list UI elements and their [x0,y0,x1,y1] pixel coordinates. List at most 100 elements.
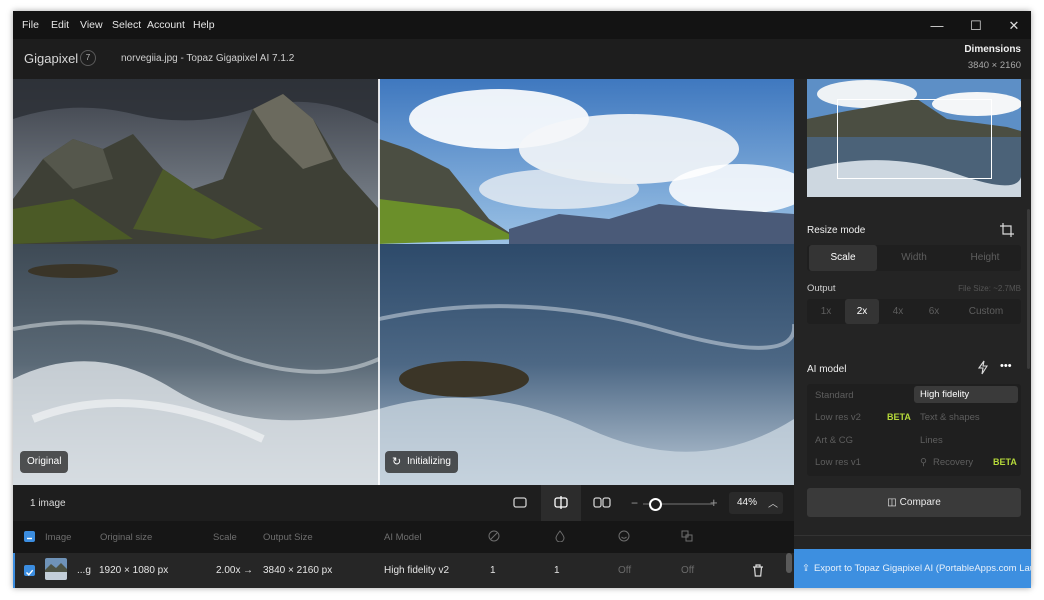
arrow-right-icon: → [243,565,253,576]
resize-mode-tabs: Scale Width Height [807,245,1021,271]
menu-view[interactable]: View [80,19,103,31]
ai-model-title: AI model [807,364,847,375]
export-label: Export to Topaz Gigapixel AI (PortableAp… [813,563,1031,574]
layers-icon [681,530,693,542]
compare-icon: ◫ [887,497,897,508]
image-preview[interactable]: Original ↻ Initializing [13,79,794,485]
zoom-slider-handle[interactable] [649,498,662,511]
list-scrollbar[interactable] [786,553,792,573]
side-by-side-icon [593,497,611,508]
minus-icon [27,537,32,540]
select-all-checkbox[interactable] [24,531,35,542]
settings-sidebar: Resize mode Scale Width Height Output Fi… [794,79,1031,588]
scale-2x[interactable]: 2x [845,299,879,324]
side-by-side-view-button[interactable] [582,485,622,521]
recovery-icon: ⚲ [920,457,927,468]
minimize-button[interactable]: — [922,16,952,36]
model-lines[interactable]: Lines [920,435,943,446]
scale-4x[interactable]: 4x [881,299,915,324]
original-landscape-image [13,79,379,485]
row-selection-accent [13,553,15,588]
output-scale-options: 1x 2x 4x 6x Custom [807,299,1021,324]
original-label: Original [20,451,69,473]
export-icon: ⇪ [802,563,810,574]
split-view-icon [554,496,568,509]
row-filename: ...g [77,565,91,576]
app-window: File Edit View Select Account Help — ☐ ✕… [13,11,1031,588]
model-high-fidelity[interactable]: High fidelity [914,386,1018,403]
model-low-res-v1[interactable]: Low res v1 [815,457,861,468]
original-preview [13,79,379,485]
more-options-icon[interactable]: ••• [1000,360,1012,372]
version-badge: 7 [80,50,96,66]
navigator-thumbnail[interactable] [807,79,1021,197]
menu-bar: File Edit View Select Account Help — ☐ ✕ [13,11,1031,39]
app-brand: Gigapixel [24,51,79,66]
row-value-4: Off [681,565,695,576]
file-size-estimate: File Size: ~2.7MB [958,284,1021,293]
sidebar-divider [794,535,1031,536]
output-title: Output [807,283,836,294]
row-value-2: 1 [554,565,560,576]
initializing-label: Initializing [407,456,451,467]
row-ai-model: High fidelity v2 [384,565,450,576]
trash-icon[interactable] [751,563,765,578]
maximize-button[interactable]: ☐ [961,16,991,36]
export-button[interactable]: ⇪ Export to Topaz Gigapixel AI (PortableA… [794,549,1031,588]
zoom-out-icon[interactable]: − [631,496,638,510]
split-view-button[interactable] [541,485,581,521]
zoom-select[interactable]: 44% ︿ [729,492,783,514]
tab-width[interactable]: Width [880,245,948,271]
close-button[interactable]: ✕ [999,16,1029,36]
compare-button[interactable]: ◫ Compare [807,488,1021,517]
single-view-icon [513,497,527,508]
header-output-size: Output Size [263,532,313,543]
title-bar: Gigapixel 7 norvegiia.jpg - Topaz Gigapi… [13,39,1031,79]
navigator-viewport[interactable] [837,99,992,179]
dimensions-value: 3840 × 2160 [967,60,1021,71]
scale-custom[interactable]: Custom [953,299,1019,324]
target-icon [488,530,500,542]
row-value-1: 1 [490,565,496,576]
model-text-shapes[interactable]: Text & shapes [920,412,980,423]
zoom-in-icon[interactable]: + [710,495,718,510]
header-ai-model: AI Model [384,532,422,543]
row-output-size: 3840 × 2160 px [263,565,333,576]
row-value-3: Off [618,565,632,576]
image-count: 1 image [30,498,66,509]
menu-edit[interactable]: Edit [51,19,69,31]
check-icon [26,569,34,576]
resize-mode-title: Resize mode [807,225,866,236]
beta-badge-recovery: BETA [993,457,1017,467]
thumbnail-image [45,558,67,580]
image-thumbnail [45,558,67,580]
initializing-status: ↻ Initializing [385,451,458,473]
comparison-divider[interactable] [378,79,380,485]
row-original-size: 1920 × 1080 px [99,565,169,576]
lightning-icon[interactable] [977,360,989,375]
sidebar-scrollbar[interactable] [1027,209,1030,369]
single-view-button[interactable] [500,485,540,521]
enhanced-landscape-image [379,79,794,485]
crop-icon[interactable] [1000,223,1014,237]
scale-1x[interactable]: 1x [809,299,843,324]
row-checkbox[interactable] [24,565,35,576]
model-low-res-v2[interactable]: Low res v2 [815,412,861,423]
ai-model-list: Standard High fidelity Low res v2 BETA T… [807,384,1021,476]
tab-scale[interactable]: Scale [809,245,877,271]
drop-icon [555,530,565,542]
header-original-size: Original size [100,532,153,543]
image-list-row[interactable]: ...g 1920 × 1080 px 2.00x → 3840 × 2160 … [13,553,794,588]
model-recovery[interactable]: Recovery [933,457,973,468]
row-scale: 2.00x [216,565,241,576]
model-standard[interactable]: Standard [815,390,854,401]
chevron-up-icon: ︿ [768,499,778,510]
header-scale: Scale [213,532,237,543]
menu-help[interactable]: Help [193,19,215,31]
menu-select[interactable]: Select [112,19,141,31]
menu-file[interactable]: File [22,19,39,31]
menu-account[interactable]: Account [147,19,185,31]
model-art-cg[interactable]: Art & CG [815,435,853,446]
scale-6x[interactable]: 6x [917,299,951,324]
tab-height[interactable]: Height [951,245,1019,271]
